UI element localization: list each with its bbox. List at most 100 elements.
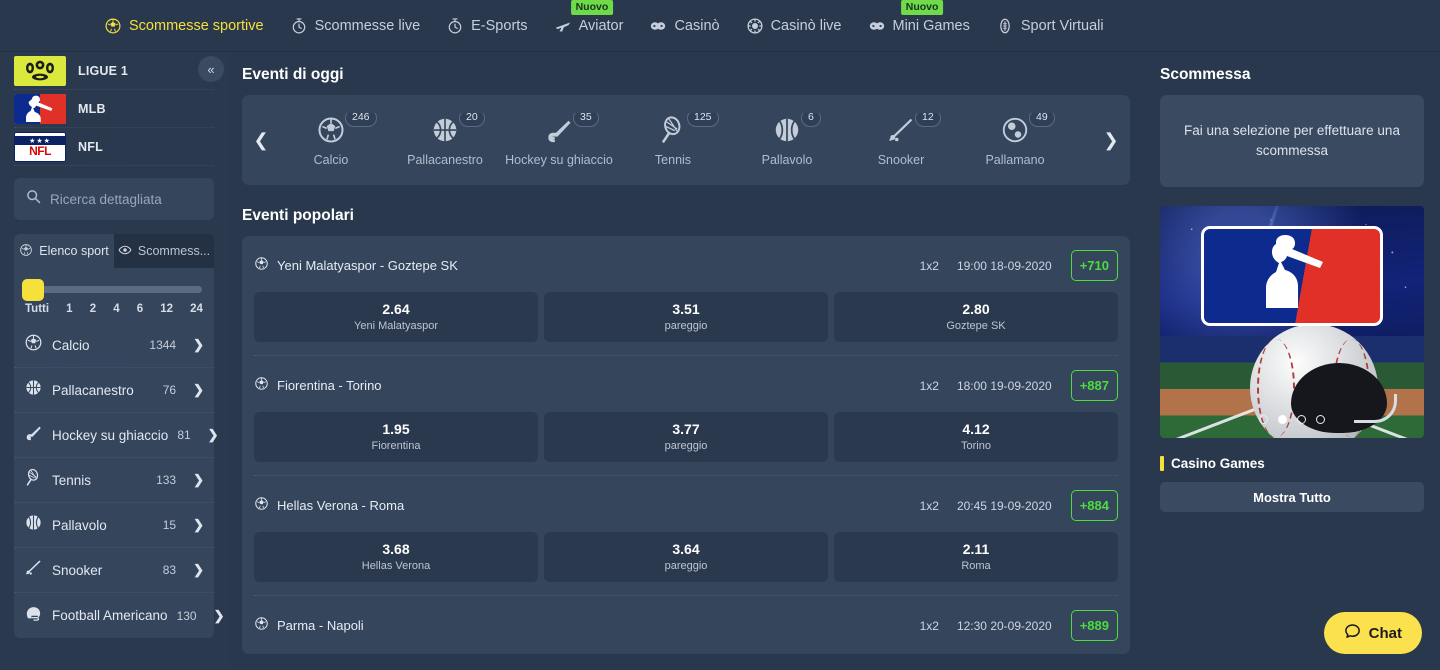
- sport-count: 1344: [149, 338, 177, 352]
- banner-dot-1[interactable]: [1259, 415, 1268, 424]
- sport-row-snooker[interactable]: Snooker 83 ❯: [14, 548, 214, 593]
- event-name[interactable]: Yeni Malatyaspor - Goztepe SK: [277, 258, 912, 273]
- search-box[interactable]: [14, 178, 214, 220]
- odd-button[interactable]: 3.68 Hellas Verona: [254, 532, 538, 582]
- hours-slider-track[interactable]: [22, 279, 202, 301]
- odd-button[interactable]: 2.11 Roma: [834, 532, 1118, 582]
- more-markets-button[interactable]: +889: [1070, 610, 1118, 641]
- ligue1-logo: [14, 55, 66, 86]
- hours-label-1[interactable]: 1: [66, 303, 72, 315]
- carousel-item-hockey-su-ghiaccio[interactable]: 35 Hockey su ghiaccio: [502, 113, 616, 167]
- promo-banner[interactable]: [1160, 206, 1424, 438]
- event-market: 1x2: [919, 378, 939, 393]
- event-name[interactable]: Fiorentina - Torino: [277, 378, 912, 393]
- carousel-prev-button[interactable]: ❮: [248, 130, 274, 151]
- carousel-item-label: Tennis: [654, 153, 692, 167]
- more-markets-button[interactable]: +710: [1070, 250, 1118, 281]
- nav-item-sport-virtuali[interactable]: Sport Virtuali: [988, 13, 1112, 39]
- football-helmet-icon: [24, 604, 43, 628]
- odd-label: Yeni Malatyaspor: [354, 320, 438, 332]
- odd-button[interactable]: 3.51 pareggio: [544, 292, 828, 342]
- nfl-logo: ★★★ NFL: [14, 131, 66, 162]
- odd-button[interactable]: 2.64 Yeni Malatyaspor: [254, 292, 538, 342]
- volleyball-icon: [772, 113, 802, 147]
- odd-button[interactable]: 3.77 pareggio: [544, 412, 828, 462]
- chat-bubble-icon: [1344, 623, 1361, 644]
- hours-label-tutti[interactable]: Tutti: [25, 303, 49, 315]
- nav-item-aviator[interactable]: Nuovo Aviator: [546, 0, 632, 39]
- hours-label-6[interactable]: 6: [137, 303, 143, 315]
- carousel-item-label: Pallamano: [985, 153, 1045, 167]
- hours-label-2[interactable]: 2: [90, 303, 96, 315]
- event-row: Yeni Malatyaspor - Goztepe SK 1x2 19:00 …: [254, 236, 1118, 356]
- league-item-mlb[interactable]: MLB: [14, 90, 214, 128]
- odd-value: 3.77: [672, 421, 700, 437]
- carousel-item-pallavolo[interactable]: 6 Pallavolo: [730, 113, 844, 167]
- carousel-item-pallacanestro[interactable]: 20 Pallacanestro: [388, 113, 502, 167]
- league-item-ligue-1[interactable]: LIGUE 1: [14, 52, 214, 90]
- chat-button[interactable]: Chat: [1323, 612, 1422, 654]
- sport-name: Pallacanestro: [52, 382, 134, 398]
- hours-label-12[interactable]: 12: [160, 303, 173, 315]
- odd-button[interactable]: 2.80 Goztepe SK: [834, 292, 1118, 342]
- odd-button[interactable]: 4.12 Torino: [834, 412, 1118, 462]
- hours-label-4[interactable]: 4: [113, 303, 119, 315]
- chevron-right-icon: ❯: [193, 382, 204, 397]
- nav-item-e-sports[interactable]: E-Sports: [438, 13, 535, 39]
- betslip-title: Scommessa: [1160, 66, 1251, 83]
- mlb-logo-icon: [1201, 225, 1383, 326]
- sidebar-collapse-button[interactable]: «: [198, 56, 224, 82]
- sport-row-pallacanestro[interactable]: Pallacanestro 76 ❯: [14, 368, 214, 413]
- event-time: 20:45 19-09-2020: [956, 498, 1052, 513]
- carousel-item-snooker[interactable]: 12 Snooker: [844, 113, 958, 167]
- new-badge: Nuovo: [900, 0, 944, 15]
- odd-button[interactable]: 3.64 pareggio: [544, 532, 828, 582]
- sport-count: 133: [156, 473, 177, 487]
- sport-row-hockey-su-ghiaccio[interactable]: Hockey su ghiaccio 81 ❯: [14, 413, 219, 458]
- odd-button[interactable]: 1.95 Fiorentina: [254, 412, 538, 462]
- sport-row-calcio[interactable]: Calcio 1344 ❯: [14, 323, 214, 368]
- league-item-nfl[interactable]: ★★★ NFL NFL: [14, 128, 214, 166]
- more-markets-button[interactable]: +887: [1070, 370, 1118, 401]
- chevron-right-icon: ❯: [193, 337, 204, 352]
- nav-item-casin-live[interactable]: Casinò live: [738, 13, 850, 39]
- nav-item-casin[interactable]: Casinò: [641, 13, 727, 39]
- carousel-count-badge: 246: [345, 113, 377, 127]
- banner-dot-2[interactable]: [1278, 415, 1287, 424]
- event-name[interactable]: Parma - Napoli: [277, 618, 912, 633]
- carousel-next-button[interactable]: ❯: [1098, 130, 1124, 151]
- sidebar-tab-my-bets[interactable]: Scommess...: [114, 234, 214, 268]
- popular-events-title: Eventi popolari: [242, 207, 354, 224]
- nav-item-mini-games[interactable]: Nuovo Mini Games: [860, 0, 978, 39]
- event-header: Parma - Napoli 1x2 12:30 20-09-2020 +889: [254, 610, 1118, 641]
- event-header: Yeni Malatyaspor - Goztepe SK 1x2 19:00 …: [254, 250, 1118, 281]
- hours-label-24[interactable]: 24: [190, 303, 203, 315]
- more-markets-button[interactable]: +884: [1070, 490, 1118, 521]
- banner-dot-4[interactable]: [1316, 415, 1325, 424]
- banner-dot-3[interactable]: [1297, 415, 1306, 424]
- soccer-ball-icon: [254, 376, 269, 396]
- carousel-item-tennis[interactable]: 125 Tennis: [616, 113, 730, 167]
- odd-label: Fiorentina: [371, 440, 421, 452]
- sport-row-football-americano[interactable]: Football Americano 130 ❯: [14, 593, 225, 638]
- event-row: Fiorentina - Torino 1x2 18:00 19-09-2020…: [254, 356, 1118, 476]
- search-input[interactable]: [50, 191, 202, 207]
- nav-item-scommesse-sportive[interactable]: Scommesse sportive: [96, 13, 272, 39]
- carousel-item-calcio[interactable]: 246 Calcio: [274, 113, 388, 167]
- event-header: Hellas Verona - Roma 1x2 20:45 19-09-202…: [254, 490, 1118, 521]
- sidebar-tab-label: Scommess...: [137, 244, 211, 258]
- show-all-button[interactable]: Mostra Tutto: [1160, 482, 1424, 512]
- search-icon: [26, 189, 41, 209]
- carousel-item-pallamano[interactable]: 49 Pallamano: [958, 113, 1072, 167]
- event-name[interactable]: Hellas Verona - Roma: [277, 498, 912, 513]
- sport-count: 83: [162, 563, 177, 577]
- stopwatch-icon: [290, 17, 308, 35]
- odd-value: 1.95: [382, 421, 410, 437]
- sport-row-pallavolo[interactable]: Pallavolo 15 ❯: [14, 503, 214, 548]
- sidebar-tab-sports-list[interactable]: Elenco sport: [14, 234, 114, 268]
- hours-slider-thumb[interactable]: [22, 279, 44, 301]
- nav-item-scommesse-live[interactable]: Scommesse live: [282, 13, 429, 39]
- carousel-item-bas[interactable]: Bas: [1072, 113, 1098, 167]
- sport-row-tennis[interactable]: Tennis 133 ❯: [14, 458, 214, 503]
- sidebar: « LIGUE 1 MLB ★★★ NFL NFL El: [0, 52, 228, 670]
